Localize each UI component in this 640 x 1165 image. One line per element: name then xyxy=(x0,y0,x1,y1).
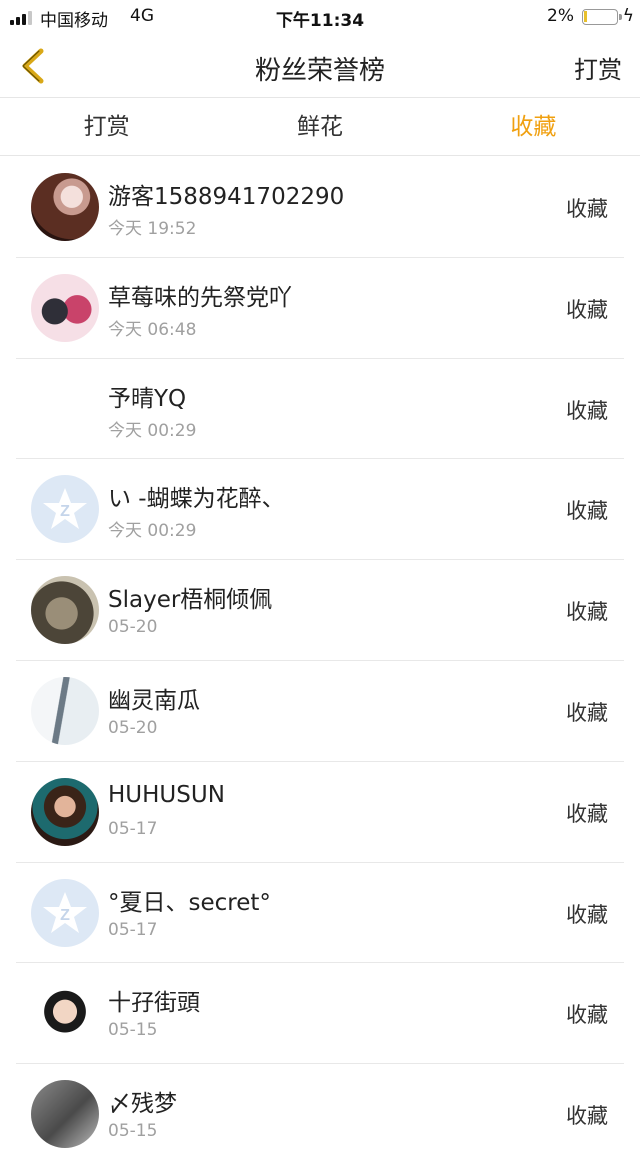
user-name: 十孖街頭 xyxy=(108,990,200,1017)
list-item[interactable]: Z °夏日、secret° 05-17 收藏 xyxy=(16,863,624,964)
avatar[interactable]: Z xyxy=(31,878,99,947)
action-label: 收藏 xyxy=(566,600,608,625)
timestamp: 05-20 xyxy=(108,717,158,738)
timestamp: 05-15 xyxy=(108,1121,158,1142)
list-item[interactable]: 〆残梦 05-15 收藏 xyxy=(16,1064,624,1165)
avatar[interactable] xyxy=(31,979,99,1048)
avatar[interactable] xyxy=(31,273,99,342)
tab-bar: 打赏 鲜花 收藏 xyxy=(0,98,640,156)
action-label: 收藏 xyxy=(566,197,608,221)
user-name: 幽灵南瓜 xyxy=(108,687,200,714)
page-title: 粉丝荣誉榜 xyxy=(254,56,385,86)
action-label: 收藏 xyxy=(566,801,608,826)
action-label: 收藏 xyxy=(566,700,608,725)
tab-flowers[interactable]: 鲜花 xyxy=(213,98,426,155)
timestamp: 05-17 xyxy=(108,919,158,940)
fan-list: 游客1588941702290 今天 19:52 收藏 草莓味的先祭党吖 今天 … xyxy=(0,157,640,1165)
battery-percent: 2% xyxy=(547,6,574,26)
timestamp: 今天 06:48 xyxy=(108,319,197,340)
user-name: °夏日、secret° xyxy=(108,889,271,916)
timestamp: 今天 00:29 xyxy=(108,420,197,441)
list-item[interactable]: Z い -蝴蝶为花醉、 今天 00:29 收藏 xyxy=(16,459,624,561)
list-item[interactable]: 游客1588941702290 今天 19:52 收藏 xyxy=(16,157,624,258)
tab-favorites[interactable]: 收藏 xyxy=(427,98,640,155)
user-name: HUHUSUN xyxy=(108,781,225,808)
user-name: 予晴YQ xyxy=(108,385,187,412)
action-label: 收藏 xyxy=(566,1104,608,1129)
action-label: 收藏 xyxy=(566,902,608,927)
timestamp: 今天 00:29 xyxy=(108,521,197,542)
charging-icon: ϟ xyxy=(622,6,634,26)
action-label: 收藏 xyxy=(566,398,608,423)
avatar[interactable] xyxy=(31,375,99,443)
timestamp: 05-15 xyxy=(108,1020,158,1041)
user-name: 游客1588941702290 xyxy=(108,184,345,210)
user-name: い -蝴蝶为花醉、 xyxy=(108,486,285,513)
avatar[interactable] xyxy=(31,777,99,846)
reward-button[interactable]: 打赏 xyxy=(574,50,622,85)
action-label: 收藏 xyxy=(566,297,608,322)
default-avatar-icon: Z xyxy=(43,488,87,530)
svg-text:Z: Z xyxy=(60,907,70,924)
list-item[interactable]: HUHUSUN 05-17 收藏 xyxy=(16,762,624,863)
list-item[interactable]: 幽灵南瓜 05-20 收藏 xyxy=(16,661,624,762)
user-name: 草莓味的先祭党吖 xyxy=(108,284,292,311)
list-item[interactable]: Slayer梧桐倾佩 05-20 收藏 xyxy=(16,560,624,661)
action-label: 收藏 xyxy=(566,499,608,524)
list-item[interactable]: 予晴YQ 今天 00:29 收藏 xyxy=(16,359,624,460)
list-item[interactable]: 草莓味的先祭党吖 今天 06:48 收藏 xyxy=(16,258,624,359)
user-name: 〆残梦 xyxy=(108,1091,177,1118)
default-avatar-icon: Z xyxy=(43,891,87,933)
action-label: 收藏 xyxy=(566,1003,608,1028)
list-item[interactable]: 十孖街頭 05-15 收藏 xyxy=(16,963,624,1065)
avatar[interactable] xyxy=(31,576,99,645)
status-time: 下午11:34 xyxy=(275,11,365,31)
status-bar: 中国移动 4G 下午11:34 2% ϟ xyxy=(0,0,640,34)
svg-text:Z: Z xyxy=(60,503,70,520)
avatar[interactable] xyxy=(31,676,99,745)
avatar[interactable]: Z xyxy=(31,475,99,544)
battery-icon xyxy=(582,9,622,25)
timestamp: 05-20 xyxy=(108,617,158,638)
timestamp: 05-17 xyxy=(108,818,158,839)
tab-reward[interactable]: 打赏 xyxy=(0,98,213,155)
nav-bar: 粉丝荣誉榜 打赏 xyxy=(0,34,640,98)
timestamp: 今天 19:52 xyxy=(108,219,197,239)
avatar[interactable] xyxy=(31,173,99,241)
user-name: Slayer梧桐倾佩 xyxy=(108,587,273,614)
